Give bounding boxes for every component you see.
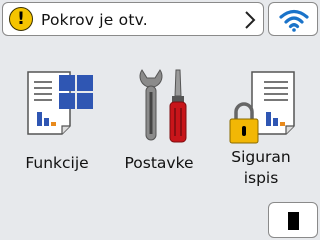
secure-print-label-line2: ispis [243,169,279,187]
toner-button[interactable] [268,202,318,238]
wifi-button[interactable] [268,2,318,36]
chevron-right-icon [245,11,256,29]
settings-tile[interactable]: Postavke [114,66,204,196]
settings-icon [139,69,187,143]
functions-label: Funkcije [25,154,89,172]
warning-icon: ! [9,7,33,31]
mono-toner-icon [288,212,299,230]
status-message: Pokrov je otv. [41,11,148,29]
status-bar[interactable]: ! Pokrov je otv. [2,2,264,36]
functions-tile[interactable]: Funkcije [12,66,102,196]
wifi-icon [279,9,309,32]
secure-print-label-line1: Siguran [231,148,291,166]
secure-print-tile[interactable]: Siguran ispis [216,66,306,196]
functions-icon [27,71,93,135]
settings-label: Postavke [124,154,194,172]
secure-print-icon [229,71,295,144]
